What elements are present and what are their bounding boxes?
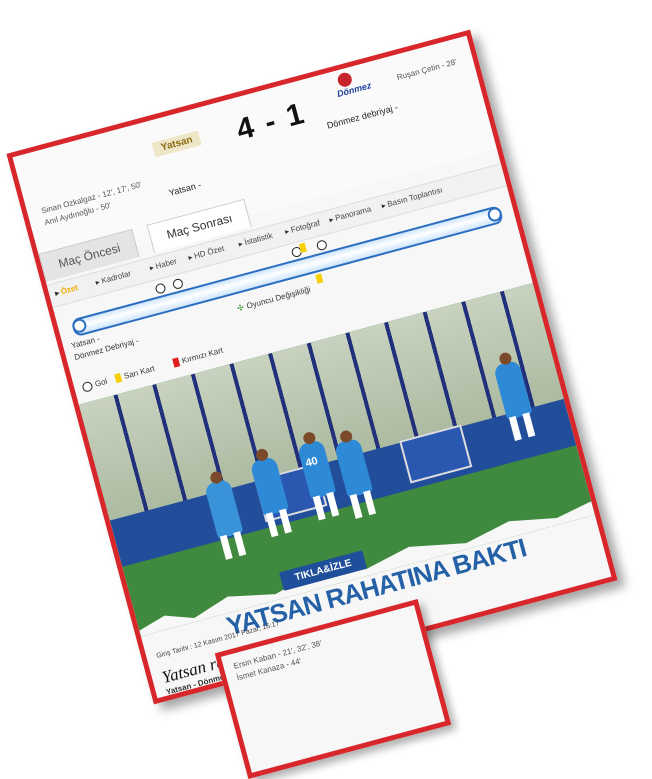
red-card-icon — [172, 357, 181, 368]
legend-yellow-label: Sarı Kart — [122, 363, 156, 381]
yellow-card-icon — [114, 373, 123, 384]
nav-item-news[interactable]: Haber — [149, 257, 178, 273]
timeline-start-icon — [70, 317, 88, 335]
timeline-goal-icon[interactable] — [171, 277, 184, 291]
nav-item-panorama[interactable]: Panorama — [328, 204, 372, 224]
player-number: 40 — [304, 454, 320, 470]
ball-icon — [81, 380, 94, 393]
away-label: Dönmez debriyaj - — [325, 102, 399, 131]
nav-item-summary[interactable]: Özet — [54, 283, 79, 298]
nav-item-hd-summary[interactable]: HD Özet — [187, 244, 225, 262]
home-scorers: Sinan Ozkalgaz - 12', 17', 50' Anıl Aydı… — [40, 179, 146, 229]
home-team-name: Yatsan — [159, 134, 194, 154]
timeline-goal-icon[interactable] — [315, 239, 329, 252]
match-card: Sinan Ozkalgaz - 12', 17', 50' Anıl Aydı… — [6, 29, 618, 705]
home-team-logo[interactable]: Yatsan — [151, 130, 203, 158]
nav-item-lineups[interactable]: Kadrolar — [95, 269, 132, 287]
legend-red: Kırmızı Kart — [172, 346, 224, 368]
legend-goal: Gol — [81, 377, 108, 393]
timeline-yellow-card-icon[interactable] — [298, 242, 307, 254]
timeline-end-icon — [486, 205, 504, 224]
timeline-yellow-card-icon[interactable] — [315, 273, 324, 284]
event-legend: Gol Sarı Kart Kırmızı Kart — [81, 346, 224, 397]
nav-item-stats[interactable]: İstatistik — [238, 231, 273, 249]
nav-item-photos[interactable]: Fotoğraf — [284, 218, 321, 236]
away-scorer: Ruşan Çetin - 28' — [395, 57, 458, 82]
legend-goal-label: Gol — [93, 376, 109, 389]
legend-yellow: Sarı Kart — [114, 364, 156, 384]
home-label: Yatsan - — [167, 179, 203, 198]
match-score: 4 - 1 — [233, 96, 310, 147]
legend-red-label: Kırmızı Kart — [180, 345, 224, 366]
timeline-goal-icon[interactable] — [154, 282, 167, 295]
